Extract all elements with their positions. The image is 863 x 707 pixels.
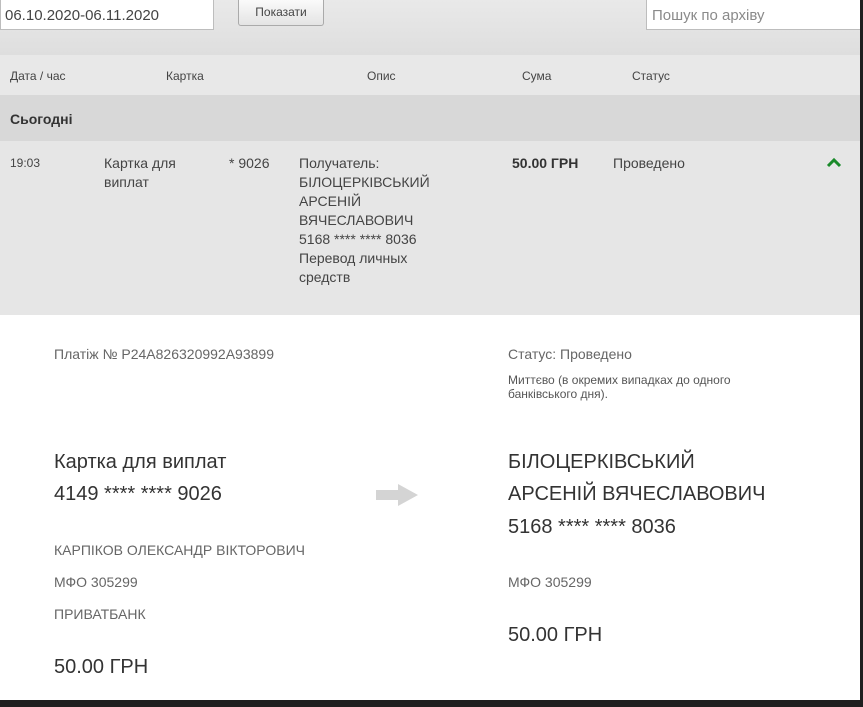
description-line: БІЛОЦЕРКІВСЬКИЙ (299, 174, 430, 190)
description-line: Получатель: (299, 155, 380, 171)
chevron-up-icon[interactable] (826, 156, 842, 168)
filter-bar: 06.10.2020-06.11.2020 Показати Пошук по … (0, 0, 860, 55)
archive-panel: 06.10.2020-06.11.2020 Показати Пошук по … (0, 0, 860, 700)
header-datetime: Дата / час (10, 69, 66, 83)
sender-mfo: МФО 305299 (54, 574, 138, 590)
show-button[interactable]: Показати (238, 0, 324, 26)
row-card-number: * 9026 (229, 155, 270, 171)
receiver-amount: 50.00 ГРН (508, 624, 603, 646)
arrow-right-icon (376, 484, 418, 506)
receiver-name-line1: БІЛОЦЕРКІВСЬКИЙ (508, 451, 695, 473)
sender-card-name: Картка для виплат (54, 451, 227, 473)
status-note-line: Миттєво (в окремих випадках до одного (508, 373, 731, 387)
row-time: 19:03 (10, 156, 41, 170)
header-amount: Сума (522, 69, 552, 83)
row-card-name: Картка для виплат (104, 154, 176, 192)
header-status: Статус (632, 69, 670, 83)
card-name-line: Картка для (104, 155, 176, 171)
description-line: средств (299, 269, 351, 285)
sender-amount: 50.00 ГРН (54, 656, 149, 678)
payment-number: Платіж № P24A826320992A93899 (54, 346, 274, 362)
receiver-card-number: 5168 **** **** 8036 (508, 516, 676, 538)
group-today: Сьогодні (0, 95, 860, 141)
receiver-name-line2: АРСЕНІЙ ВЯЧЕСЛАВОВИЧ (508, 483, 766, 505)
date-range-input[interactable]: 06.10.2020-06.11.2020 (0, 0, 214, 30)
table-row[interactable]: 19:03 Картка для виплат * 9026 Получател… (0, 141, 860, 315)
payment-details: Платіж № P24A826320992A93899 Статус: Про… (0, 315, 860, 700)
row-amount: 50.00 ГРН (512, 155, 579, 171)
sender-bank: ПРИВАТБАНК (54, 606, 146, 622)
description-line: 5168 **** **** 8036 (299, 231, 417, 247)
description-line: ВЯЧЕСЛАВОВИЧ (299, 212, 414, 228)
sender-owner: КАРПІКОВ ОЛЕКСАНДР ВІКТОРОВИЧ (54, 542, 305, 558)
archive-search-input[interactable]: Пошук по архіву (646, 0, 860, 30)
row-status: Проведено (613, 155, 685, 171)
description-line: АРСЕНІЙ (299, 193, 362, 209)
status-note: Миттєво (в окремих випадках до одного ба… (508, 373, 731, 401)
description-line: Перевод личных (299, 250, 408, 266)
details-status: Статус: Проведено (508, 346, 632, 362)
header-description: Опис (367, 69, 396, 83)
status-note-line: банківського дня). (508, 387, 608, 401)
row-description: Получатель: БІЛОЦЕРКІВСЬКИЙ АРСЕНІЙ ВЯЧЕ… (299, 154, 430, 287)
sender-card-number: 4149 **** **** 9026 (54, 483, 222, 505)
group-label: Сьогодні (10, 111, 73, 127)
table-header: Дата / час Картка Опис Сума Статус (0, 55, 860, 95)
receiver-mfo: МФО 305299 (508, 574, 592, 590)
header-card: Картка (166, 69, 204, 83)
card-name-line: виплат (104, 174, 149, 190)
